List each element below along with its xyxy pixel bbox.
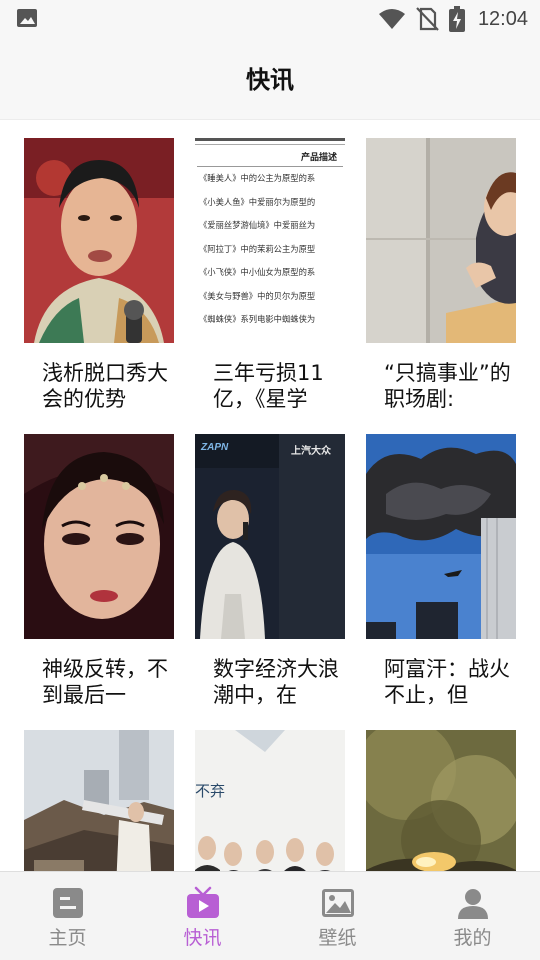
nav-news[interactable]: 快讯: [135, 872, 270, 960]
page-title: 快讯: [246, 66, 294, 94]
nav-label: 我的: [453, 927, 492, 949]
news-thumbnail: [24, 138, 174, 343]
news-card[interactable]: “只搞事业”的职场剧:: [366, 138, 516, 412]
news-card[interactable]: 阿富汗：战火不止，但: [366, 434, 516, 708]
news-grid: 浅析脱口秀大会的优势 产品描述 《睡美人》中的公主为原型的系 《小美人鱼》中爱丽…: [0, 120, 540, 871]
news-title: 神级反转，不到最后一: [42, 657, 168, 707]
doc-line: 《爱丽丝梦游仙境》中爱丽丝为: [199, 220, 316, 230]
banner-logo-text: ZAPN: [201, 442, 229, 453]
nav-profile[interactable]: 我的: [405, 872, 540, 960]
doc-line: 《蜘蛛侠》系列电影中蜘蛛侠为: [199, 314, 316, 324]
app-header: 快讯: [0, 38, 540, 120]
bottom-nav: 主页 快讯 壁纸 我的: [0, 871, 540, 960]
news-thumbnail: 产品描述 《睡美人》中的公主为原型的系 《小美人鱼》中爱丽尔为原型的 《爱丽丝梦…: [195, 138, 345, 343]
news-card[interactable]: ZAPN 上汽大众 数字经济大浪潮中，在: [195, 434, 345, 708]
home-icon: [52, 888, 83, 918]
nav-home[interactable]: 主页: [0, 872, 135, 960]
news-title: 浅析脱口秀大会的优势: [42, 361, 168, 411]
news-thumbnail: [366, 730, 516, 871]
doc-line: 《美女与野兽》中的贝尔为原型: [199, 290, 316, 301]
doc-heading: 产品描述: [300, 153, 337, 163]
poster-text: 不弃: [195, 782, 226, 800]
news-card[interactable]: [366, 730, 516, 871]
news-card[interactable]: 神级反转，不到最后一: [24, 434, 174, 708]
news-thumbnail: ZAPN 上汽大众: [195, 434, 345, 639]
gallery-icon: [17, 9, 37, 27]
profile-icon: [457, 889, 488, 919]
news-card[interactable]: [24, 730, 174, 871]
news-thumbnail: 不弃: [195, 730, 345, 871]
news-title: 三年亏损11亿，《星学: [213, 361, 324, 411]
battery-charging-icon: [448, 6, 465, 32]
wifi-icon: [378, 9, 405, 29]
news-title: “只搞事业”的职场剧:: [384, 361, 511, 411]
nav-label: 壁纸: [318, 927, 357, 949]
doc-line: 《小美人鱼》中爱丽尔为原型的: [199, 196, 316, 207]
clock: 12:04: [477, 7, 528, 30]
news-thumbnail: [24, 730, 174, 871]
status-bar: 12:04: [0, 0, 540, 38]
nav-label: 主页: [48, 927, 87, 949]
wallpaper-icon: [321, 889, 354, 917]
doc-line: 《小飞侠》中小仙女为原型的系: [199, 267, 316, 277]
no-sim-icon: [416, 7, 439, 31]
doc-line: 《阿拉丁》中的茉莉公主为原型: [199, 243, 316, 254]
nav-label: 快讯: [183, 927, 222, 949]
news-card[interactable]: 不弃: [195, 730, 345, 871]
banner-sponsor-text: 上汽大众: [291, 446, 331, 457]
news-thumbnail: [366, 138, 516, 343]
news-card[interactable]: 产品描述 《睡美人》中的公主为原型的系 《小美人鱼》中爱丽尔为原型的 《爱丽丝梦…: [195, 138, 345, 412]
nav-wallpaper[interactable]: 壁纸: [270, 872, 405, 960]
news-thumbnail: [24, 434, 174, 639]
news-card[interactable]: 浅析脱口秀大会的优势: [24, 138, 174, 412]
news-title: 数字经济大浪潮中，在: [213, 657, 339, 707]
doc-line: 《睡美人》中的公主为原型的系: [199, 173, 316, 183]
news-thumbnail: [366, 434, 516, 639]
tv-icon: [186, 886, 219, 918]
news-title: 阿富汗：战火不止，但: [384, 657, 510, 707]
